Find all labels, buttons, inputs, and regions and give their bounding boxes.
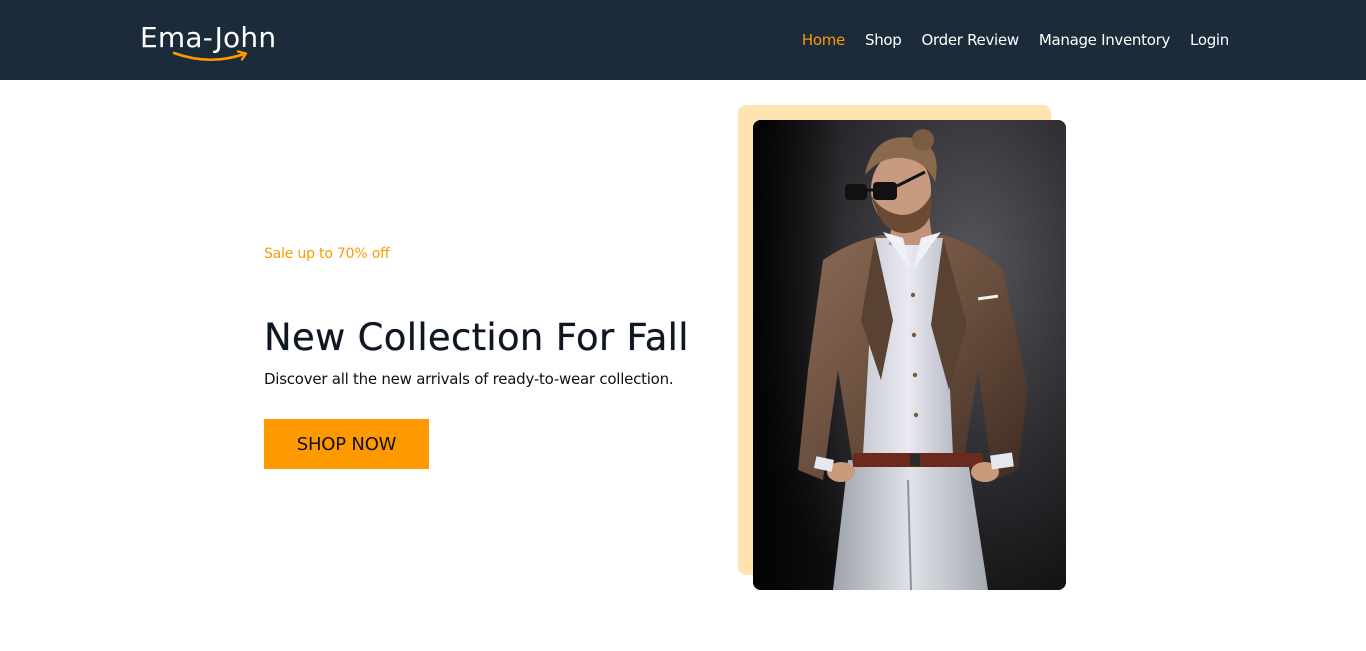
nav-home[interactable]: Home: [802, 31, 845, 49]
hero-subline: Discover all the new arrivals of ready-t…: [264, 370, 674, 388]
sale-text: Sale up to 70% off: [264, 246, 390, 262]
model-illustration: [753, 120, 1066, 590]
logo-smile-arrow-icon: [172, 50, 248, 62]
nav-manage-inventory[interactable]: Manage Inventory: [1039, 31, 1171, 49]
nav-login[interactable]: Login: [1190, 31, 1229, 49]
hero-section: Sale up to 70% off New Collection For Fa…: [264, 0, 724, 651]
shop-now-button[interactable]: SHOP NOW: [264, 419, 429, 469]
hero-model-photo: [753, 120, 1066, 590]
main-nav: Home Shop Order Review Manage Inventory …: [802, 0, 1229, 80]
nav-order-review[interactable]: Order Review: [922, 31, 1020, 49]
hero-headline: New Collection For Fall: [264, 316, 689, 359]
nav-shop[interactable]: Shop: [865, 31, 902, 49]
